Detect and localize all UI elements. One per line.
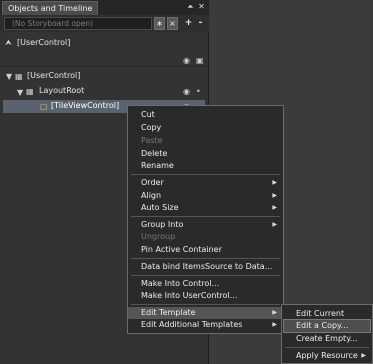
add-storyboard-icon[interactable]: + [183,17,194,30]
menu-item-pin-active-container[interactable]: Pin Active Container [128,244,283,256]
submenu-arrow-icon: ▶ [361,352,366,359]
submenu-item-create-empty[interactable]: Create Empty... [282,333,372,345]
menu-item-paste[interactable]: Paste [128,135,283,147]
submenu-arrow-icon: ▶ [272,179,277,186]
menu-separator [131,304,280,305]
scope-up-icon[interactable]: ⮝ [5,38,12,47]
menu-separator [285,347,369,348]
eye-icon[interactable]: ◉ [183,87,190,96]
submenu-arrow-icon: ▶ [272,192,277,199]
storyboard-row: (No Storyboard open) ∗ × + - [0,15,209,32]
submenu-arrow-icon: ▶ [272,221,277,228]
expand-arrow-icon[interactable]: ▼ [17,88,23,97]
divider [0,66,209,67]
menu-separator [131,258,280,259]
menu-item-edit-template[interactable]: Edit Template ▶ [128,307,283,319]
menu-item-ungroup[interactable]: Ungroup [128,231,283,243]
grid-icon: ▦ [26,87,34,96]
eye-icon[interactable]: ◉ [183,56,190,65]
context-menu: Cut Copy Paste Delete Rename Order ▶ Alig… [127,105,284,334]
submenu-arrow-icon: ▶ [272,204,277,211]
menu-item-copy[interactable]: Copy [128,122,283,134]
submenu-item-edit-a-copy[interactable]: Edit a Copy... [283,319,371,333]
tree-item-layoutroot[interactable]: LayoutRoot [39,86,84,95]
menu-item-cut[interactable]: Cut [128,109,283,121]
submenu-item-edit-current[interactable]: Edit Current [282,308,372,320]
submenu-arrow-icon: ▶ [272,321,277,328]
menu-separator [131,174,280,175]
menu-separator [131,275,280,276]
menu-item-rename[interactable]: Rename [128,160,283,172]
tree-item-usercontrol[interactable]: [UserControl] [27,71,80,80]
lock-icon[interactable]: ▣ [196,56,204,65]
panel-tab-bar: Objects and Timeline ⏶ ✕ [0,0,209,15]
control-icon: ▢ [40,102,48,111]
storyboard-options-icon[interactable]: ∗ [154,17,165,30]
close-icon[interactable]: ✕ [196,1,207,13]
tree-item-tileviewcontrol[interactable]: [TileViewControl] [51,101,119,110]
close-storyboard-icon[interactable]: × [167,17,178,30]
expand-arrow-icon[interactable]: ▼ [6,72,12,81]
usercontrol-icon: ▦ [15,72,23,81]
menu-item-make-into-usercontrol[interactable]: Make Into UserControl... [128,290,283,302]
submenu-item-apply-resource[interactable]: Apply Resource ▶ [282,350,372,362]
menu-item-data-bind-itemssource[interactable]: Data bind ItemsSource to Data... [128,261,283,273]
menu-item-edit-additional-templates[interactable]: Edit Additional Templates ▶ [128,319,283,331]
menu-item-auto-size[interactable]: Auto Size ▶ [128,202,283,214]
menu-item-order[interactable]: Order ▶ [128,177,283,189]
menu-item-make-into-control[interactable]: Make Into Control... [128,278,283,290]
submenu-arrow-icon: ▶ [272,309,277,316]
visibility-dot-icon[interactable]: • [196,87,201,96]
menu-item-align[interactable]: Align ▶ [128,190,283,202]
menu-item-delete[interactable]: Delete [128,148,283,160]
remove-storyboard-icon[interactable]: - [195,17,206,30]
menu-separator [131,216,280,217]
pin-icon[interactable]: ⏶ [185,1,196,13]
edit-template-submenu: Edit Current Edit a Copy... Create Empty… [281,304,373,364]
menu-item-group-into[interactable]: Group Into ▶ [128,219,283,231]
scope-title: [UserControl] [17,38,71,47]
storyboard-picker[interactable]: (No Storyboard open) [4,17,152,30]
tab-objects-and-timeline[interactable]: Objects and Timeline [2,1,99,15]
